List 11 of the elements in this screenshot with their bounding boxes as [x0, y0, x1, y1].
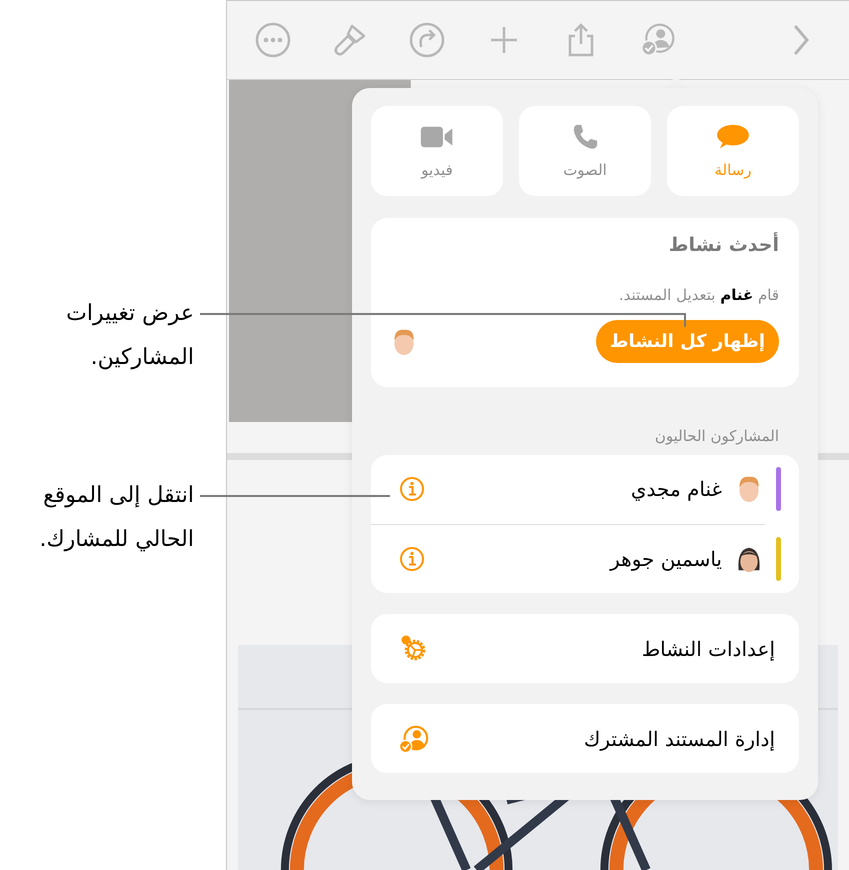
activity-settings-button[interactable]: إعدادات النشاط	[371, 614, 799, 683]
manage-shared-document-button[interactable]: إدارة المستند المشترك	[371, 704, 799, 773]
callout-text: عرض تغييرات المشاركين.	[65, 300, 194, 372]
section-heading: المشاركون الحاليون	[654, 427, 780, 447]
callout-text: انتقل إلى الموقع الحالي للمشارك.	[38, 482, 194, 554]
participant-row[interactable]: غنام مجدي	[371, 455, 799, 524]
section-title: أحدث نشاط	[668, 234, 779, 256]
participant-name: ياسمين جوهر	[608, 546, 722, 571]
activity-text: قام غنام بتعديل المستند.	[618, 286, 779, 304]
participant-row[interactable]: ياسمين جوهر	[371, 524, 765, 593]
participant-name: غنام مجدي	[630, 477, 722, 502]
